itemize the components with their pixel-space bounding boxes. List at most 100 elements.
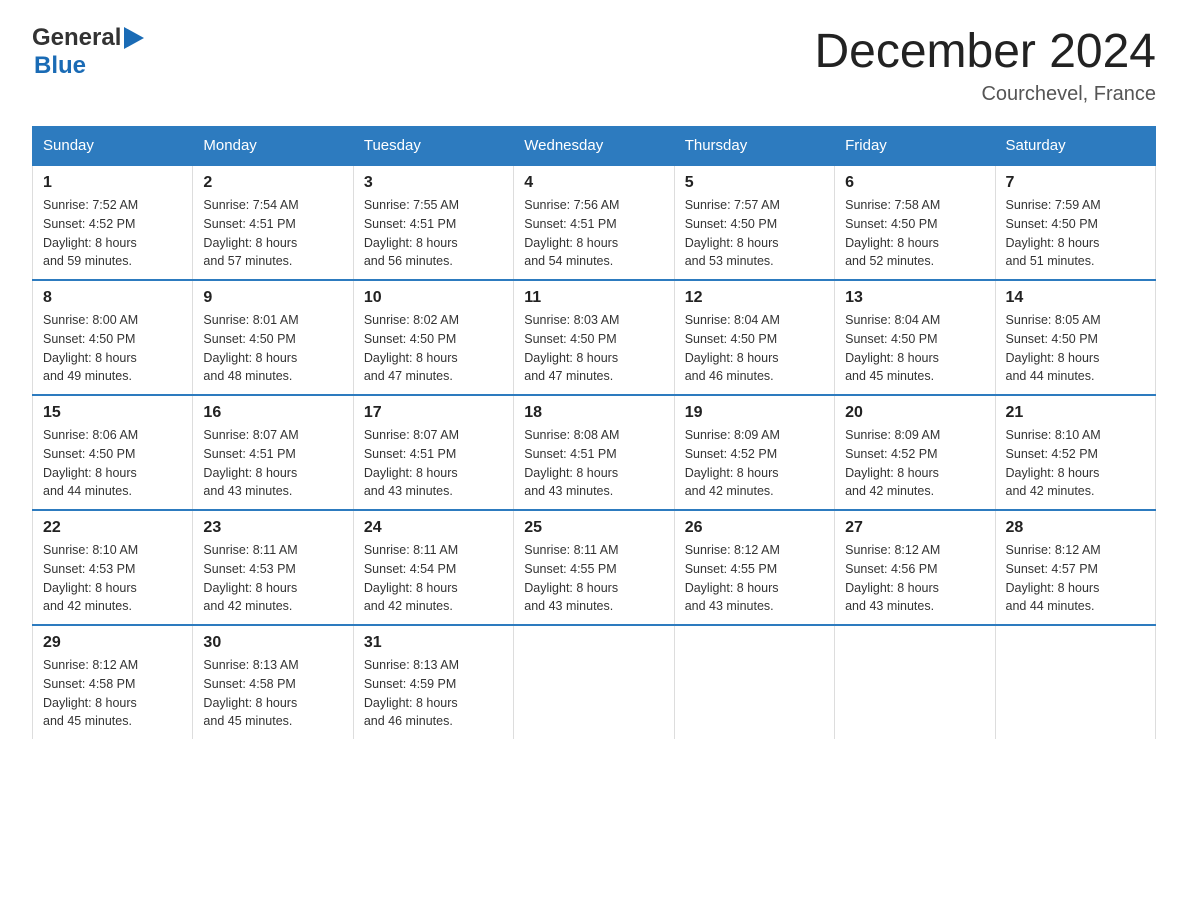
day-number: 11 [524, 289, 663, 307]
day-info: Sunrise: 8:12 AMSunset: 4:58 PMDaylight:… [43, 656, 182, 731]
day-info: Sunrise: 8:07 AMSunset: 4:51 PMDaylight:… [203, 426, 342, 501]
day-info: Sunrise: 7:59 AMSunset: 4:50 PMDaylight:… [1006, 196, 1145, 271]
calendar-day-cell: 4 Sunrise: 7:56 AMSunset: 4:51 PMDaylight… [514, 165, 674, 280]
calendar-day-cell: 15Sunrise: 8:06 AMSunset: 4:50 PMDayligh… [33, 395, 193, 510]
weekday-header-tuesday: Tuesday [353, 127, 513, 166]
calendar-day-cell: 25Sunrise: 8:11 AMSunset: 4:55 PMDayligh… [514, 510, 674, 625]
day-number: 30 [203, 634, 342, 652]
day-info: Sunrise: 8:11 AMSunset: 4:54 PMDaylight:… [364, 541, 503, 616]
day-number: 6 [845, 174, 984, 192]
day-info: Sunrise: 7:58 AMSunset: 4:50 PMDaylight:… [845, 196, 984, 271]
weekday-header-sunday: Sunday [33, 127, 193, 166]
calendar-day-cell: 20Sunrise: 8:09 AMSunset: 4:52 PMDayligh… [835, 395, 995, 510]
calendar-day-cell: 3 Sunrise: 7:55 AMSunset: 4:51 PMDaylight… [353, 165, 513, 280]
day-number: 16 [203, 404, 342, 422]
weekday-header-saturday: Saturday [995, 127, 1155, 166]
day-number: 22 [43, 519, 182, 537]
calendar-table: SundayMondayTuesdayWednesdayThursdayFrid… [32, 126, 1156, 739]
calendar-day-cell: 17 Sunrise: 8:07 AMSunset: 4:51 PMDayligh… [353, 395, 513, 510]
day-number: 5 [685, 174, 824, 192]
calendar-week-row: 29 Sunrise: 8:12 AMSunset: 4:58 PMDayligh… [33, 625, 1156, 739]
weekday-header-row: SundayMondayTuesdayWednesdayThursdayFrid… [33, 127, 1156, 166]
day-info: Sunrise: 8:08 AMSunset: 4:51 PMDaylight:… [524, 426, 663, 501]
logo-arrow-icon [124, 27, 144, 49]
day-number: 10 [364, 289, 503, 307]
day-number: 28 [1006, 519, 1145, 537]
calendar-day-cell: 6 Sunrise: 7:58 AMSunset: 4:50 PMDaylight… [835, 165, 995, 280]
day-info: Sunrise: 8:11 AMSunset: 4:53 PMDaylight:… [203, 541, 342, 616]
calendar-week-row: 8Sunrise: 8:00 AMSunset: 4:50 PMDaylight… [33, 280, 1156, 395]
day-number: 3 [364, 174, 503, 192]
calendar-day-cell: 14 Sunrise: 8:05 AMSunset: 4:50 PMDayligh… [995, 280, 1155, 395]
calendar-week-row: 1 Sunrise: 7:52 AMSunset: 4:52 PMDaylight… [33, 165, 1156, 280]
day-number: 27 [845, 519, 984, 537]
day-number: 4 [524, 174, 663, 192]
day-number: 21 [1006, 404, 1145, 422]
day-info: Sunrise: 8:12 AMSunset: 4:56 PMDaylight:… [845, 541, 984, 616]
day-info: Sunrise: 8:13 AMSunset: 4:58 PMDaylight:… [203, 656, 342, 731]
day-number: 29 [43, 634, 182, 652]
day-info: Sunrise: 8:12 AMSunset: 4:57 PMDaylight:… [1006, 541, 1145, 616]
day-number: 19 [685, 404, 824, 422]
day-info: Sunrise: 7:54 AMSunset: 4:51 PMDaylight:… [203, 196, 342, 271]
calendar-day-cell: 2Sunrise: 7:54 AMSunset: 4:51 PMDaylight… [193, 165, 353, 280]
logo-blue: Blue [34, 52, 144, 80]
calendar-day-cell: 26 Sunrise: 8:12 AMSunset: 4:55 PMDayligh… [674, 510, 834, 625]
calendar-day-cell: 9 Sunrise: 8:01 AMSunset: 4:50 PMDaylight… [193, 280, 353, 395]
day-info: Sunrise: 8:07 AMSunset: 4:51 PMDaylight:… [364, 426, 503, 501]
day-info: Sunrise: 8:09 AMSunset: 4:52 PMDaylight:… [685, 426, 824, 501]
day-number: 14 [1006, 289, 1145, 307]
day-number: 17 [364, 404, 503, 422]
day-number: 31 [364, 634, 503, 652]
day-number: 12 [685, 289, 824, 307]
day-number: 9 [203, 289, 342, 307]
logo-line1: General [32, 24, 144, 52]
calendar-day-cell: 5 Sunrise: 7:57 AMSunset: 4:50 PMDaylight… [674, 165, 834, 280]
calendar-day-cell: 13Sunrise: 8:04 AMSunset: 4:50 PMDayligh… [835, 280, 995, 395]
calendar-day-cell: 7Sunrise: 7:59 AMSunset: 4:50 PMDaylight… [995, 165, 1155, 280]
calendar-day-cell: 12Sunrise: 8:04 AMSunset: 4:50 PMDayligh… [674, 280, 834, 395]
calendar-day-cell: 10 Sunrise: 8:02 AMSunset: 4:50 PMDayligh… [353, 280, 513, 395]
calendar-empty-cell [514, 625, 674, 739]
weekday-header-wednesday: Wednesday [514, 127, 674, 166]
day-number: 23 [203, 519, 342, 537]
calendar-day-cell: 1 Sunrise: 7:52 AMSunset: 4:52 PMDaylight… [33, 165, 193, 280]
day-info: Sunrise: 7:55 AMSunset: 4:51 PMDaylight:… [364, 196, 503, 271]
calendar-day-cell: 11Sunrise: 8:03 AMSunset: 4:50 PMDayligh… [514, 280, 674, 395]
header: General Blue December 2024 Courchevel, F… [32, 24, 1156, 106]
calendar-day-cell: 29 Sunrise: 8:12 AMSunset: 4:58 PMDayligh… [33, 625, 193, 739]
calendar-empty-cell [674, 625, 834, 739]
day-info: Sunrise: 7:57 AMSunset: 4:50 PMDaylight:… [685, 196, 824, 271]
calendar-day-cell: 18Sunrise: 8:08 AMSunset: 4:51 PMDayligh… [514, 395, 674, 510]
day-info: Sunrise: 7:52 AMSunset: 4:52 PMDaylight:… [43, 196, 182, 271]
day-info: Sunrise: 7:56 AMSunset: 4:51 PMDaylight:… [524, 196, 663, 271]
day-info: Sunrise: 8:02 AMSunset: 4:50 PMDaylight:… [364, 311, 503, 386]
calendar-day-cell: 21Sunrise: 8:10 AMSunset: 4:52 PMDayligh… [995, 395, 1155, 510]
calendar-day-cell: 24 Sunrise: 8:11 AMSunset: 4:54 PMDayligh… [353, 510, 513, 625]
calendar-day-cell: 28 Sunrise: 8:12 AMSunset: 4:57 PMDayligh… [995, 510, 1155, 625]
month-title: December 2024 [814, 24, 1156, 79]
calendar-day-cell: 19 Sunrise: 8:09 AMSunset: 4:52 PMDayligh… [674, 395, 834, 510]
logo-general: General [32, 24, 121, 52]
weekday-header-monday: Monday [193, 127, 353, 166]
location-title: Courchevel, France [814, 83, 1156, 106]
day-number: 13 [845, 289, 984, 307]
day-number: 1 [43, 174, 182, 192]
day-info: Sunrise: 8:05 AMSunset: 4:50 PMDaylight:… [1006, 311, 1145, 386]
day-info: Sunrise: 8:10 AMSunset: 4:53 PMDaylight:… [43, 541, 182, 616]
day-number: 24 [364, 519, 503, 537]
day-info: Sunrise: 8:12 AMSunset: 4:55 PMDaylight:… [685, 541, 824, 616]
calendar-empty-cell [835, 625, 995, 739]
day-number: 26 [685, 519, 824, 537]
logo: General Blue [32, 24, 144, 80]
calendar-week-row: 15Sunrise: 8:06 AMSunset: 4:50 PMDayligh… [33, 395, 1156, 510]
calendar-day-cell: 22 Sunrise: 8:10 AMSunset: 4:53 PMDayligh… [33, 510, 193, 625]
calendar-day-cell: 30 Sunrise: 8:13 AMSunset: 4:58 PMDayligh… [193, 625, 353, 739]
day-info: Sunrise: 8:13 AMSunset: 4:59 PMDaylight:… [364, 656, 503, 731]
weekday-header-thursday: Thursday [674, 127, 834, 166]
day-info: Sunrise: 8:09 AMSunset: 4:52 PMDaylight:… [845, 426, 984, 501]
day-info: Sunrise: 8:01 AMSunset: 4:50 PMDaylight:… [203, 311, 342, 386]
day-info: Sunrise: 8:00 AMSunset: 4:50 PMDaylight:… [43, 311, 182, 386]
calendar-empty-cell [995, 625, 1155, 739]
calendar-week-row: 22 Sunrise: 8:10 AMSunset: 4:53 PMDayligh… [33, 510, 1156, 625]
